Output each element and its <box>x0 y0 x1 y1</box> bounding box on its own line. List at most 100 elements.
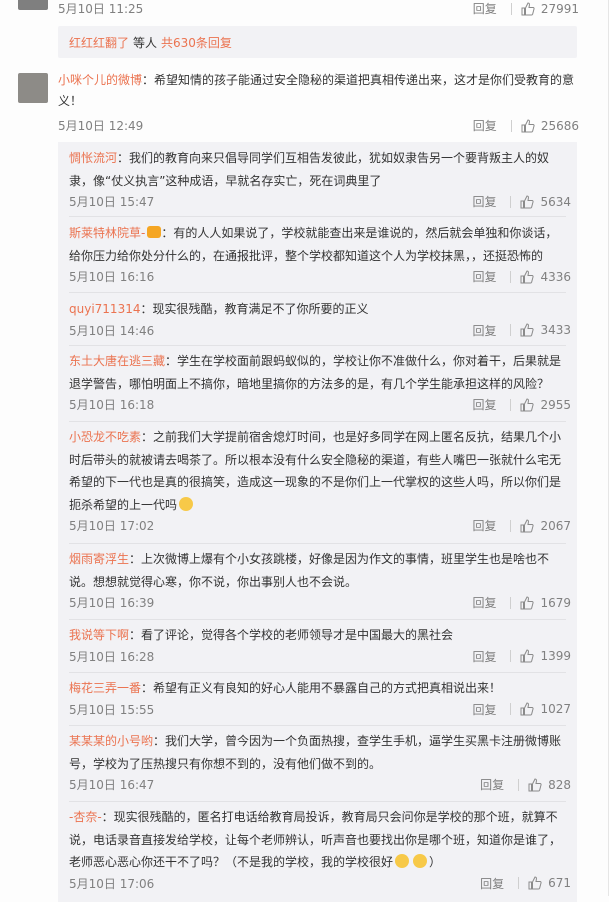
comment-actions: 回复 27991 <box>473 0 579 17</box>
reply-username[interactable]: 小恐龙不吃素 <box>69 430 141 444</box>
reply-item: 某某某的小号哟：我们大学，曾今因为一个负面热搜，查学生手机，逼学生买黑卡注册微博… <box>69 730 571 794</box>
reply-button[interactable]: 回复 <box>472 193 496 210</box>
reply-button[interactable]: 回复 <box>480 875 504 892</box>
reply-time: 5月10日 17:06 <box>69 876 155 891</box>
like-button[interactable]: 1679 <box>520 596 571 610</box>
reply-actions: 回复 1027 <box>472 701 571 718</box>
divider <box>69 216 566 217</box>
thumbs-up-icon <box>520 595 535 609</box>
reply-item: 小恐龙不吃素：之前我们大学提前宿舍熄灯时间，也是好多同学在网上匿名反抗，结果几个… <box>69 426 571 535</box>
reply-username[interactable]: 惆怅流河 <box>69 151 117 165</box>
reply-body: ：之前我们大学提前宿舍熄灯时间，也是好多同学在网上匿名反抗，结果几个小时后带头的… <box>69 430 562 512</box>
reply-username[interactable]: 我说等下啊 <box>69 628 129 642</box>
thumbs-up-icon <box>520 702 535 716</box>
avatar[interactable] <box>18 0 48 10</box>
reply-button[interactable]: 回复 <box>472 268 496 285</box>
reply-count-link[interactable]: 共630条回复 <box>161 34 232 51</box>
like-count: 2067 <box>540 518 571 533</box>
reply-button[interactable]: 回复 <box>480 776 504 793</box>
reply-body: ：现实很残酷，教育满足不了你所要的正义 <box>140 302 369 316</box>
like-button[interactable]: 5634 <box>520 195 571 209</box>
thumbs-up-icon <box>520 518 535 532</box>
reply-actions: 回复 671 <box>480 875 571 892</box>
like-button[interactable]: 3433 <box>520 323 571 337</box>
like-button[interactable]: 1027 <box>520 702 571 716</box>
reply-button[interactable]: 回复 <box>472 594 496 611</box>
more-replies-bar: 红红红翻了 等人 共630条回复 <box>58 26 577 58</box>
reply-users-link[interactable]: 红红红翻了 <box>69 34 129 51</box>
like-count: 3433 <box>540 323 571 337</box>
reply-button[interactable]: 回复 <box>473 0 497 17</box>
reply-username[interactable]: quyi711314 <box>69 302 140 316</box>
like-button[interactable]: 1399 <box>520 649 571 663</box>
comment-text: 小咪个儿的微博：希望知情的孩子能通过安全隐秘的渠道把真相传递出来，这才是你们受教… <box>58 70 578 112</box>
reply-time: 5月10日 14:46 <box>69 323 155 338</box>
divider <box>510 195 512 208</box>
reply-time: 5月10日 16:39 <box>69 596 155 610</box>
divider <box>69 345 566 346</box>
vip-badge-icon <box>147 226 162 238</box>
like-count: 671 <box>548 876 571 890</box>
reply-body: ：我们的教育向来只倡导同学们互相告发彼此，犹如奴隶告另一个要背叛主人的奴隶，像“… <box>69 151 550 188</box>
reply-actions: 回复 1679 <box>472 594 571 611</box>
reply-username[interactable]: 某某某的小号哟 <box>69 734 153 748</box>
divider <box>510 119 512 132</box>
like-button[interactable]: 25686 <box>521 119 579 133</box>
reply-item: quyi711314：现实很残酷，教育满足不了你所要的正义 5月10日 14:4… <box>69 298 571 340</box>
like-count: 1679 <box>540 595 571 610</box>
reply-username[interactable]: 烟雨寄浮生 <box>69 552 129 566</box>
divider <box>69 292 566 293</box>
like-button[interactable]: 828 <box>528 778 571 792</box>
divider <box>69 672 566 673</box>
divider <box>69 619 566 620</box>
thumbs-up-icon <box>520 194 535 208</box>
comment-username[interactable]: 小咪个儿的微博 <box>58 73 142 87</box>
like-button[interactable]: 27991 <box>521 2 579 16</box>
reply-time: 5月10日 16:47 <box>69 778 155 792</box>
reply-actions: 回复 3433 <box>472 322 571 339</box>
divider <box>69 421 566 422</box>
like-button[interactable]: 671 <box>528 876 571 890</box>
reply-username[interactable]: 东土大唐在逃三藏 <box>69 354 165 368</box>
reply-actions: 回复 5634 <box>472 193 571 210</box>
reply-actions: 回复 2955 <box>472 396 571 413</box>
reply-time: 5月10日 17:02 <box>69 519 155 533</box>
thumbs-up-icon <box>528 777 542 791</box>
avatar[interactable] <box>18 73 48 103</box>
reply-button[interactable]: 回复 <box>472 396 496 413</box>
comment-actions: 回复 25686 <box>473 117 579 134</box>
thumbs-up-icon <box>528 876 542 890</box>
like-count: 27991 <box>540 1 579 16</box>
reply-item: 梅花三弄一番：希望有正义有良知的好心人能用不暴露自己的方式把真相说出来！ 5月1… <box>69 677 571 719</box>
reply-username[interactable]: 梅花三弄一番 <box>69 681 141 695</box>
reply-username[interactable]: -杏奈- <box>69 810 102 824</box>
divider <box>510 703 512 715</box>
emoji-icon <box>413 854 428 868</box>
reply-item: 惆怅流河：我们的教育向来只倡导同学们互相告发彼此，犹如奴隶告另一个要背叛主人的奴… <box>69 147 571 211</box>
like-button[interactable]: 4336 <box>520 270 571 284</box>
like-button[interactable]: 2067 <box>520 519 571 533</box>
reply-item: 我说等下啊：看了评论，觉得各个学校的老师领导才是中国最大的黑社会 5月10日 1… <box>69 624 571 666</box>
reply-username[interactable]: 斯莱特林院草- <box>69 226 145 240</box>
divider <box>510 324 512 336</box>
reply-button[interactable]: 回复 <box>472 648 496 665</box>
reply-time: 5月10日 15:55 <box>69 702 155 717</box>
divider <box>69 543 566 544</box>
reply-button[interactable]: 回复 <box>472 322 496 339</box>
divider <box>69 801 566 802</box>
thumbs-up-icon <box>520 323 535 337</box>
reply-actions: 回复 828 <box>480 776 571 793</box>
like-count: 25686 <box>540 118 579 133</box>
comment-time: 5月10日 11:25 <box>58 2 144 16</box>
thumbs-up-icon <box>520 269 535 283</box>
reply-button[interactable]: 回复 <box>472 517 496 534</box>
reply-button[interactable]: 回复 <box>472 701 496 718</box>
like-button[interactable]: 2955 <box>520 398 571 412</box>
emoji-icon <box>395 854 410 868</box>
reply-button[interactable]: 回复 <box>473 117 497 134</box>
divider <box>510 398 512 411</box>
like-count: 1399 <box>540 649 571 663</box>
reply-item: 斯莱特林院草- ：有的人人如果说了，学校就能查出来是谁说的，然后就会单独和你谈话，… <box>69 222 571 286</box>
reply-body: ：现实很残酷的，匿名打电话给教育局投诉，教育局只会问你是学校的那个班，就算不说，… <box>69 810 562 869</box>
divider <box>518 877 520 889</box>
